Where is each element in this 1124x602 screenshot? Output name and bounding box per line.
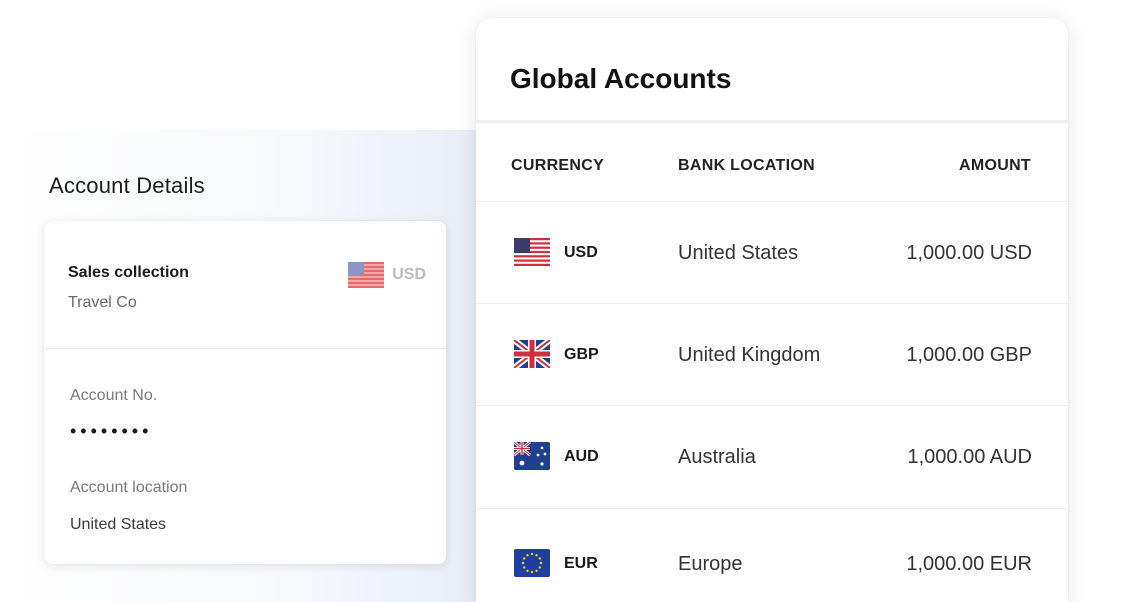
table-row[interactable]: GBP United Kingdom 1,000.00 GBP	[476, 303, 1068, 406]
collection-header[interactable]: Sales collection Travel Co USD	[44, 221, 446, 349]
column-header-currency: CURRENCY	[511, 157, 605, 174]
currency-code: GBP	[564, 346, 599, 363]
currency-code: USD	[564, 244, 598, 261]
account-location-value: United States	[70, 516, 167, 533]
amount: 1,000.00 AUD	[907, 446, 1032, 468]
account-number-masked[interactable]: ••••••••	[70, 421, 152, 442]
account-details-card: Sales collection Travel Co USD Account N…	[44, 221, 446, 564]
bank-location: United States	[678, 242, 799, 264]
bank-location: Australia	[678, 446, 756, 468]
table-row[interactable]: EUR Europe 1,000.00 EUR	[476, 508, 1068, 602]
global-accounts-card: Global Accounts CURRENCY BANK LOCATION A…	[476, 18, 1068, 602]
stage: Account Details Sales collection Travel …	[0, 0, 1124, 602]
table-row[interactable]: USD United States 1,000.00 USD	[476, 201, 1068, 304]
account-details-title: Account Details	[49, 173, 205, 198]
table-row[interactable]: AUD Australia 1,000.00 AUD	[476, 405, 1068, 508]
amount: 1,000.00 EUR	[906, 553, 1032, 575]
account-location-label: Account location	[70, 479, 188, 496]
bank-location: Europe	[678, 553, 743, 575]
column-header-amount: AMOUNT	[958, 157, 1031, 174]
eu-flag-icon	[514, 549, 550, 577]
amount: 1,000.00 GBP	[906, 344, 1032, 366]
title-divider	[476, 120, 1068, 123]
us-flag-icon	[348, 262, 385, 288]
bank-location: United Kingdom	[678, 344, 821, 366]
global-accounts-title: Global Accounts	[510, 63, 732, 94]
currency-code: EUR	[564, 555, 598, 572]
collection-currency-code: USD	[392, 266, 426, 283]
currency-code: AUD	[564, 448, 599, 465]
uk-flag-icon	[514, 340, 550, 368]
au-flag-icon	[514, 442, 550, 470]
account-number-label: Account No.	[70, 387, 158, 404]
collection-currency-badge: USD	[348, 262, 426, 288]
amount: 1,000.00 USD	[906, 242, 1032, 264]
collection-name: Sales collection	[68, 264, 189, 281]
column-header-bank-location: BANK LOCATION	[678, 157, 815, 174]
collection-subtitle: Travel Co	[68, 294, 137, 311]
us-flag-icon	[514, 238, 550, 266]
